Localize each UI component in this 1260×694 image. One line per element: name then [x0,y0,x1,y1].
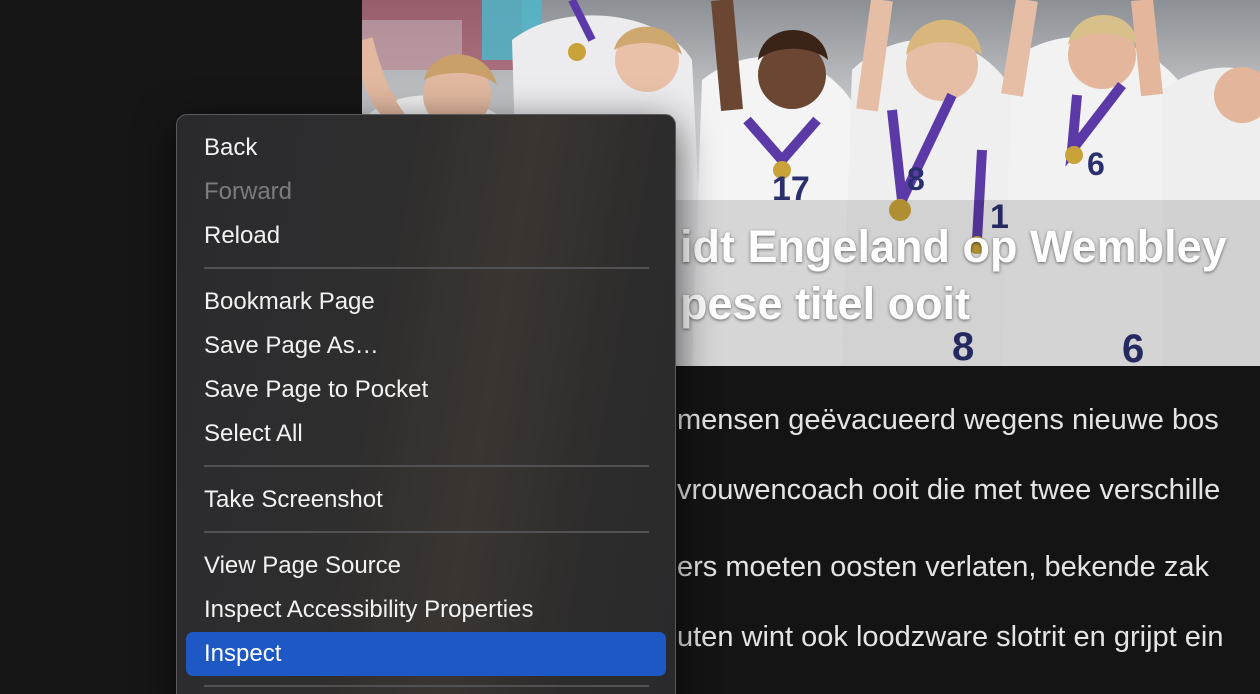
headline-link[interactable]: uten wint ook loodzware slotrit en grijp… [677,621,1223,654]
article-headline-line-1: idt Engeland op Wembley [680,221,1227,272]
browser-viewport: 17 8 1 6 8 6 idt Engeland op Wembley pes… [0,0,1260,694]
svg-text:8: 8 [907,161,925,197]
menu-item-save-to-pocket[interactable]: Save Page to Pocket [186,368,666,412]
menu-item-bookmark-page[interactable]: Bookmark Page [186,280,666,324]
article-headline[interactable]: idt Engeland op Wembley pese titel ooit [680,218,1260,332]
menu-item-inspect[interactable]: Inspect [186,632,666,676]
headline-link[interactable]: vrouwencoach ooit die met twee verschill… [677,474,1220,507]
headline-link[interactable]: mensen geëvacueerd wegens nieuwe bos [677,404,1219,437]
context-menu: Back Forward Reload Bookmark Page Save P… [176,114,676,694]
menu-item-inspect-accessibility[interactable]: Inspect Accessibility Properties [186,588,666,632]
menu-separator [204,465,649,467]
article-headline-line-2: pese titel ooit [680,278,971,329]
headline-link[interactable]: ers moeten oosten verlaten, bekende zak [677,551,1209,584]
menu-item-reload[interactable]: Reload [186,214,666,258]
menu-item-back[interactable]: Back [186,126,666,170]
menu-item-forward: Forward [204,178,293,205]
headline-list: mensen geëvacueerd wegens nieuwe bos vro… [677,366,1260,694]
menu-item-save-page-as[interactable]: Save Page As… [186,324,666,368]
svg-text:6: 6 [1087,146,1105,182]
menu-separator [204,531,649,533]
menu-separator [204,685,649,687]
menu-item-view-page-source[interactable]: View Page Source [186,544,666,588]
menu-item-select-all[interactable]: Select All [186,412,666,456]
menu-item-take-screenshot[interactable]: Take Screenshot [186,478,666,522]
menu-separator [204,267,649,269]
